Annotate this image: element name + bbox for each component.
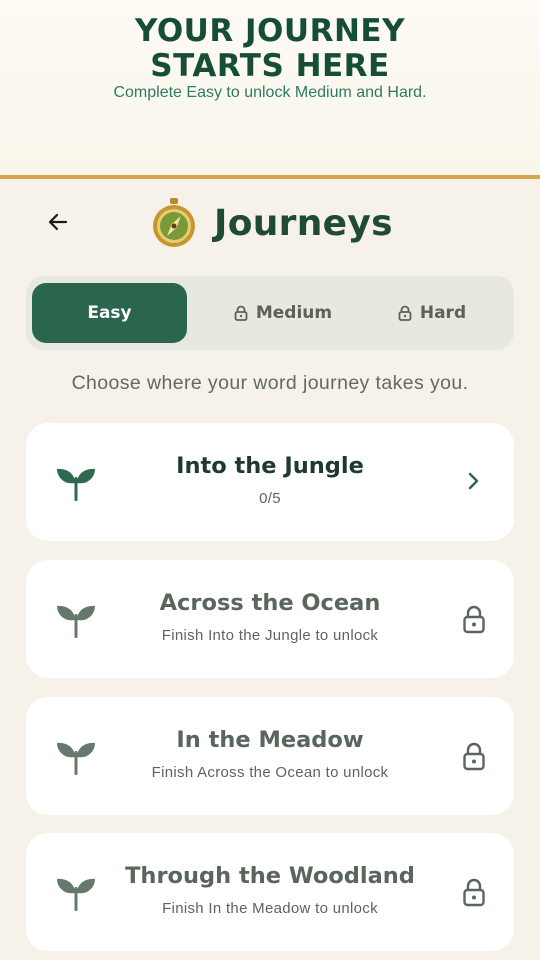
lock-icon [398, 305, 412, 321]
lock-icon [463, 605, 485, 634]
difficulty-tabs: Easy Medium Hard [26, 276, 514, 350]
arrow-left-icon [48, 213, 68, 231]
journey-title: In the Meadow [176, 727, 364, 753]
promo-title-line1: YOUR JOURNEY [134, 13, 406, 49]
journey-lock-hint: Finish Into the Jungle to unlock [161, 627, 379, 644]
journey-title: Across the Ocean [159, 590, 381, 616]
journey-lock-hint: Finish In the Meadow to unlock [162, 900, 378, 917]
promo-subtitle: Complete Easy to unlock Medium and Hard. [113, 84, 427, 101]
journey-lock-hint: Finish Across the Ocean to unlock [151, 764, 389, 781]
lock-icon [463, 742, 485, 771]
back-button[interactable] [38, 202, 78, 242]
tagline: Choose where your word journey takes you… [71, 372, 469, 394]
tab-easy-label: Easy [87, 303, 132, 323]
journey-card-meadow[interactable]: In the Meadow Finish Across the Ocean to… [26, 697, 514, 815]
page-title: Journeys [214, 202, 393, 244]
journey-title: Into the Jungle [176, 453, 364, 479]
chevron-right-icon [468, 472, 479, 490]
journey-card-ocean[interactable]: Across the Ocean Finish Into the Jungle … [26, 560, 514, 678]
journey-title: Through the Woodland [125, 863, 415, 889]
promo-banner: YOUR JOURNEY STARTS HERE Complete Easy t… [0, 0, 540, 176]
journey-progress: 0/5 [259, 490, 281, 507]
divider [0, 175, 540, 179]
lock-icon [234, 305, 248, 321]
journey-card-woodland[interactable]: Through the Woodland Finish In the Meado… [26, 833, 514, 951]
tab-hard-label: Hard [419, 303, 467, 323]
tab-easy[interactable]: Easy [32, 283, 187, 343]
lock-icon [463, 878, 485, 907]
promo-title-line2: STARTS HERE [150, 48, 390, 84]
journey-card-jungle[interactable]: Into the Jungle 0/5 [26, 423, 514, 541]
tab-medium-label: Medium [255, 303, 333, 323]
page-header: Journeys [150, 193, 393, 253]
promo-title: YOUR JOURNEY STARTS HERE [0, 14, 540, 84]
tab-hard[interactable]: Hard [356, 283, 508, 343]
tab-medium[interactable]: Medium [198, 283, 368, 343]
compass-icon [153, 198, 195, 247]
